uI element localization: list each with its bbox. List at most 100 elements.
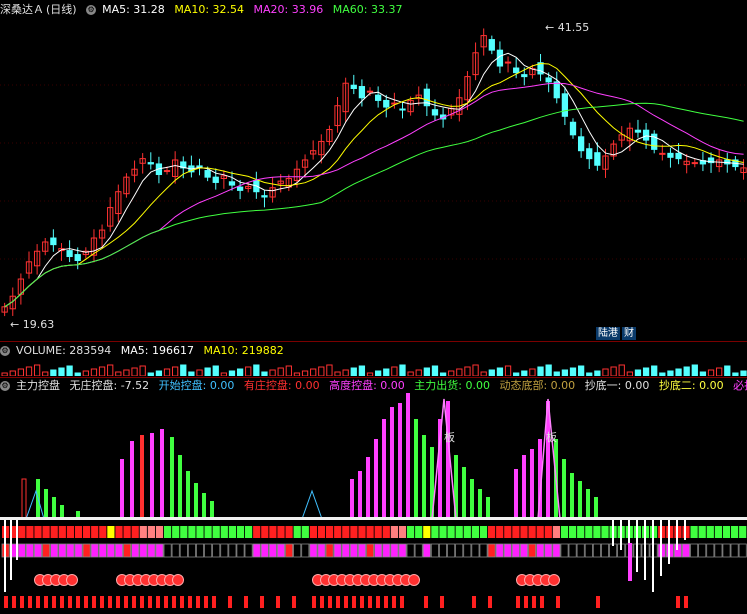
- status-strip-cell: [260, 543, 269, 558]
- status-strip-cell: [349, 543, 358, 558]
- status-strip-cell: [739, 526, 747, 538]
- volume-bar: [1, 372, 8, 376]
- status-strip-cell: [309, 526, 317, 538]
- price-chart[interactable]: ← 41.55 ← 19.63: [0, 17, 747, 337]
- status-strip-cell: [528, 526, 536, 538]
- status-strip-cell: [139, 543, 148, 558]
- status-strip-cell: [74, 543, 83, 558]
- indicator-bar: [350, 479, 354, 519]
- period-label[interactable]: (日线): [46, 3, 77, 16]
- status-strip-cell: [228, 543, 237, 558]
- volume-bar: [488, 369, 495, 376]
- status-strip-cell: [91, 526, 99, 538]
- indicator-item-4: 主力出货: 0.00: [414, 379, 490, 392]
- status-strip-cell: [471, 526, 479, 538]
- signal-tick: [92, 596, 96, 608]
- status-strip-cell: [544, 526, 552, 538]
- status-strip-cell: [504, 526, 512, 538]
- status-strip-cell: [471, 543, 480, 558]
- status-strip-cell: [123, 526, 131, 538]
- indicator-bar: [358, 471, 362, 519]
- signal-tick: [352, 596, 356, 608]
- price-header: 深桑达Ａ (日线) ⚙ MA5: 31.28 MA10: 32.54 MA20: 3…: [0, 2, 408, 18]
- status-strip-cell: [585, 526, 593, 538]
- hk-connect-badge[interactable]: 陆港: [596, 327, 620, 340]
- indicator-baseline: [0, 517, 747, 520]
- volume-chart[interactable]: [0, 360, 747, 376]
- status-strip-cell: [568, 543, 577, 558]
- indicator-tick: [668, 520, 670, 564]
- status-strip-cell: [236, 526, 245, 538]
- signal-tick: [12, 596, 16, 608]
- indicator-bar: [170, 437, 174, 519]
- volume-bar: [610, 366, 617, 376]
- settings-icon[interactable]: ⚙: [0, 346, 10, 356]
- indicator-bar: [406, 393, 410, 519]
- volume-bar: [107, 364, 114, 376]
- status-strip-cell: [90, 543, 99, 558]
- candle-body: [50, 237, 57, 246]
- indicator-bar: [52, 497, 56, 519]
- finance-badge[interactable]: 财: [622, 327, 636, 340]
- settings-icon[interactable]: ⚙: [86, 5, 97, 15]
- status-strip-cell: [171, 543, 180, 558]
- status-strip-cell: [163, 543, 172, 558]
- volume-bar: [480, 371, 487, 376]
- candle-body: [553, 81, 560, 99]
- status-strip-cell: [552, 543, 561, 558]
- indicator-bar: [382, 419, 386, 519]
- volume-bar: [707, 369, 715, 376]
- indicator-bar: [160, 429, 164, 519]
- volume-bar: [172, 366, 179, 376]
- candle-body: [261, 195, 268, 198]
- indicator-tick: [628, 543, 632, 581]
- candle-body: [196, 165, 203, 168]
- volume-bar: [659, 372, 666, 376]
- volume-bar: [74, 372, 81, 376]
- status-strip-cell: [560, 526, 569, 538]
- status-strip-cell: [277, 526, 285, 538]
- status-strip-cell: [690, 543, 699, 558]
- volume-bar: [236, 368, 244, 376]
- indicator-bar: [586, 489, 590, 519]
- indicator-chart[interactable]: 板板: [0, 393, 747, 614]
- signal-tick: [108, 596, 112, 608]
- status-strip-cell: [301, 543, 310, 558]
- indicator-name[interactable]: 主力控盘: [16, 379, 60, 392]
- symbol-name[interactable]: 深桑达Ａ: [0, 3, 44, 16]
- status-strip-cell: [317, 526, 326, 538]
- volume-bar: [618, 364, 625, 376]
- status-strip-cell: [511, 543, 520, 558]
- volume-bar: [375, 370, 382, 376]
- status-strip-cell: [690, 526, 698, 538]
- status-strip-cell: [83, 526, 91, 538]
- status-strip-cell: [252, 543, 261, 558]
- signal-tick: [180, 596, 184, 608]
- volume-bar: [383, 368, 390, 376]
- status-strip-cell: [285, 543, 294, 558]
- status-strip-cell: [495, 543, 504, 558]
- indicator-bar: [178, 455, 182, 519]
- signal-tick: [116, 596, 120, 608]
- signal-tick: [212, 596, 216, 608]
- volume-bar: [261, 371, 268, 376]
- volume-bar: [131, 367, 138, 376]
- status-strip-cell: [58, 543, 67, 558]
- volume-bar: [504, 365, 512, 376]
- volume-bar: [642, 367, 650, 376]
- status-strip-cell: [407, 526, 415, 538]
- candle-body: [545, 77, 552, 83]
- signal-tick: [68, 596, 72, 608]
- status-strip-cell: [26, 526, 34, 538]
- settings-icon[interactable]: ⚙: [0, 381, 10, 391]
- indicator-bar: [562, 459, 566, 519]
- status-strip-cell: [17, 543, 26, 558]
- status-strip-cell: [269, 526, 277, 538]
- status-strip-cell: [714, 543, 723, 558]
- status-strip-cell: [455, 543, 464, 558]
- status-strip-cell: [366, 543, 375, 558]
- status-strip-cell: [187, 543, 196, 558]
- status-strip-cell: [358, 526, 366, 538]
- candle-body: [659, 152, 666, 155]
- volume-bar: [196, 369, 203, 376]
